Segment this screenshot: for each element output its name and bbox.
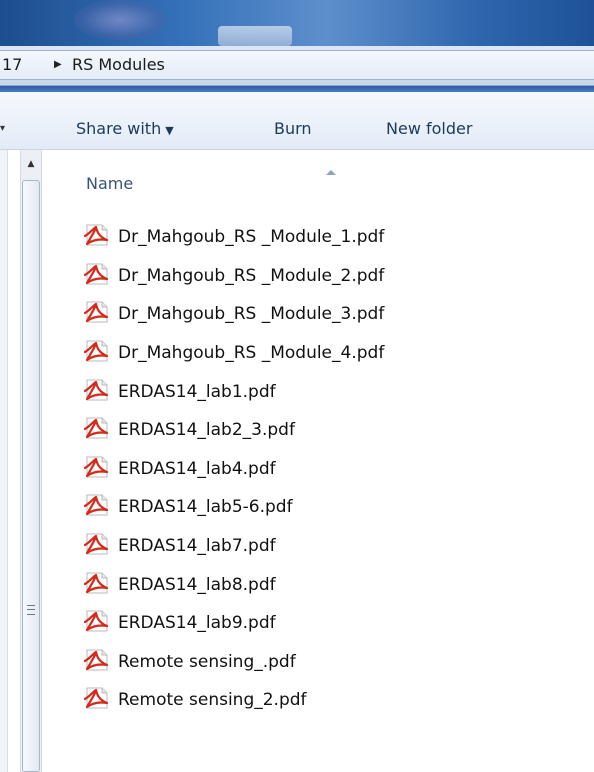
pdf-file-icon: [83, 224, 118, 250]
file-row[interactable]: Dr_Mahgoub_RS _Module_1.pdf: [83, 218, 564, 257]
file-name: Dr_Mahgoub_RS _Module_1.pdf: [118, 227, 385, 248]
window-title-bar: [0, 0, 594, 46]
file-row[interactable]: ERDAS14_lab4.pdf: [83, 450, 564, 489]
pdf-file-icon: [83, 649, 118, 675]
pdf-file-icon: [83, 263, 118, 289]
file-list: Dr_Mahgoub_RS _Module_1.pdf Dr_Mahgoub_RS…: [83, 218, 564, 720]
file-name: ERDAS14_lab4.pdf: [118, 458, 276, 479]
pdf-file-icon: [83, 301, 118, 327]
scrollbar-grip-icon: [27, 605, 35, 615]
file-name: ERDAS14_lab9.pdf: [118, 613, 276, 634]
file-view: ▲ Name Dr_Mahgoub_RS _Module_1.pdf Dr_Mah…: [0, 150, 594, 772]
pdf-file-icon: [83, 533, 118, 559]
breadcrumb[interactable]: 17 ▶ RS Modules: [0, 50, 594, 80]
file-row[interactable]: Dr_Mahgoub_RS _Module_4.pdf: [83, 334, 564, 373]
toolbar-overflow-chevron-icon[interactable]: ▾: [0, 118, 6, 140]
pdf-file-icon: [83, 687, 118, 713]
scroll-up-arrow-icon[interactable]: ▲: [21, 150, 41, 178]
file-name: Dr_Mahgoub_RS _Module_4.pdf: [118, 343, 385, 364]
file-row[interactable]: ERDAS14_lab8.pdf: [83, 565, 564, 604]
file-row[interactable]: ERDAS14_lab9.pdf: [83, 604, 564, 643]
file-name: ERDAS14_lab7.pdf: [118, 536, 276, 557]
name-column-header[interactable]: Name: [86, 172, 133, 196]
pdf-file-icon: [83, 456, 118, 482]
title-bar-glass-highlight: [218, 26, 292, 46]
address-bar[interactable]: 17 ▶ RS Modules: [0, 46, 594, 86]
file-name: ERDAS14_lab5-6.pdf: [118, 497, 293, 518]
file-row[interactable]: Dr_Mahgoub_RS _Module_2.pdf: [83, 257, 564, 296]
pdf-file-icon: [83, 417, 118, 443]
vertical-scrollbar[interactable]: ▲: [20, 150, 42, 772]
title-bar-glass-blur: [74, 0, 166, 40]
file-name: Remote sensing_.pdf: [118, 651, 296, 672]
file-row[interactable]: ERDAS14_lab2_3.pdf: [83, 411, 564, 450]
command-toolbar: ▾ Share with ▼ Burn New folder: [0, 92, 594, 150]
explorer-window: 17 ▶ RS Modules ▾ Share with ▼ Burn New f…: [0, 0, 594, 772]
file-name: Dr_Mahgoub_RS _Module_3.pdf: [118, 304, 385, 325]
burn-button[interactable]: Burn: [270, 118, 316, 140]
file-row[interactable]: ERDAS14_lab5-6.pdf: [83, 488, 564, 527]
file-row[interactable]: Remote sensing_.pdf: [83, 643, 564, 682]
breadcrumb-current-folder[interactable]: RS Modules: [72, 51, 165, 79]
pdf-file-icon: [83, 340, 118, 366]
navigation-pane-edge: [0, 150, 8, 772]
scrollbar-thumb[interactable]: [22, 180, 40, 772]
share-with-label: Share with: [76, 119, 162, 138]
pdf-file-icon: [83, 379, 118, 405]
file-row[interactable]: ERDAS14_lab1.pdf: [83, 372, 564, 411]
file-name: ERDAS14_lab2_3.pdf: [118, 420, 295, 441]
file-row[interactable]: ERDAS14_lab7.pdf: [83, 527, 564, 566]
file-row[interactable]: Dr_Mahgoub_RS _Module_3.pdf: [83, 295, 564, 334]
breadcrumb-chevron-icon[interactable]: ▶: [54, 51, 62, 79]
file-name: ERDAS14_lab1.pdf: [118, 381, 276, 402]
sort-ascending-icon: [326, 170, 336, 175]
share-with-dropdown-icon: ▼: [165, 124, 174, 137]
pdf-file-icon: [83, 610, 118, 636]
file-name: Dr_Mahgoub_RS _Module_2.pdf: [118, 265, 385, 286]
new-folder-button[interactable]: New folder: [382, 118, 476, 140]
pdf-file-icon: [83, 572, 118, 598]
file-row[interactable]: Remote sensing_2.pdf: [83, 681, 564, 720]
pdf-file-icon: [83, 494, 118, 520]
file-name: ERDAS14_lab8.pdf: [118, 574, 276, 595]
breadcrumb-previous[interactable]: 17: [2, 51, 22, 79]
share-with-button[interactable]: Share with ▼: [72, 118, 178, 140]
file-name: Remote sensing_2.pdf: [118, 690, 307, 711]
